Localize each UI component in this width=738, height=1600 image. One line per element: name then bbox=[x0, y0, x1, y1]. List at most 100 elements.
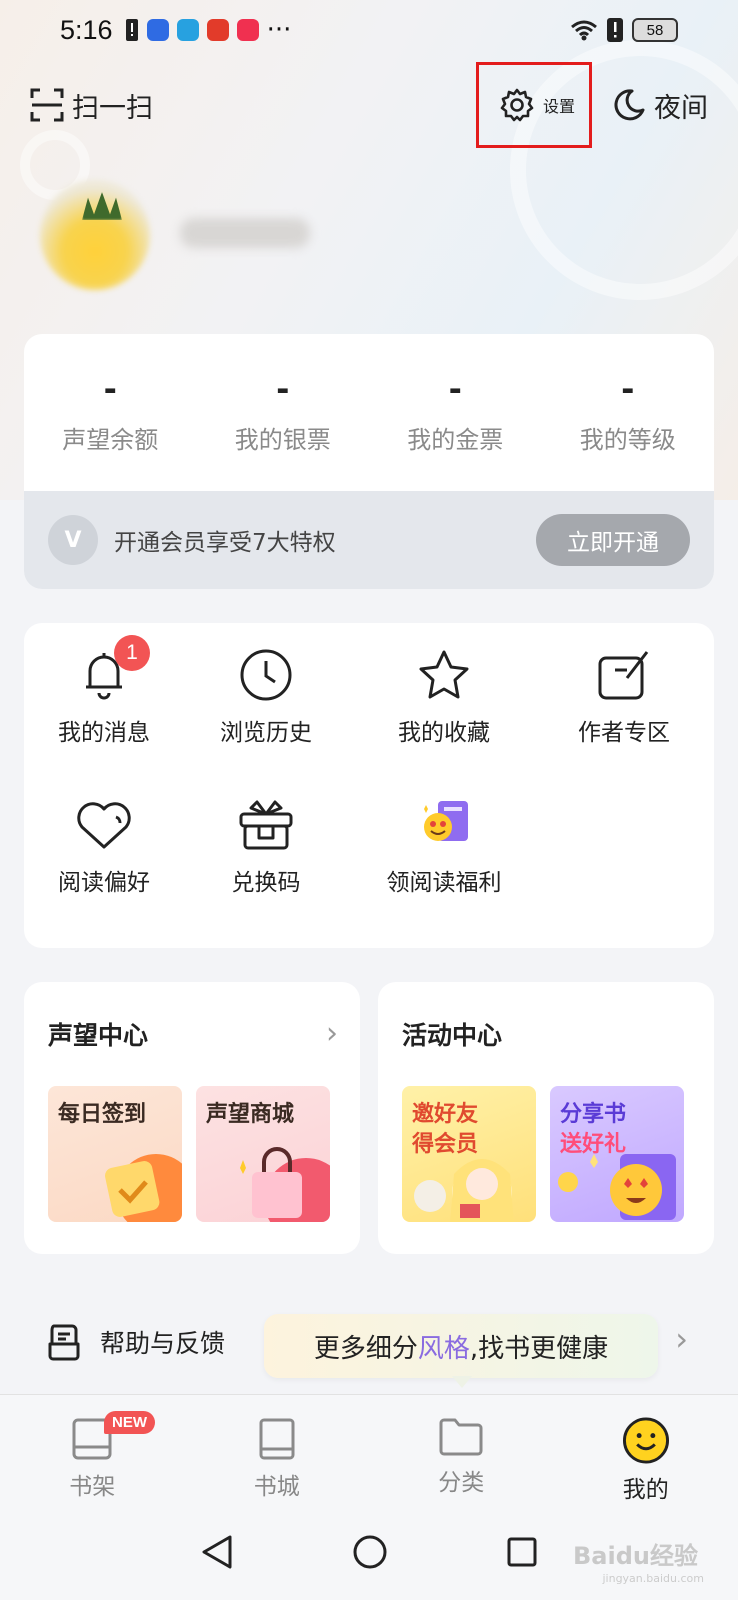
vip-promo-text: 开通会员享受7大特权 bbox=[114, 530, 336, 556]
stat-value: - bbox=[448, 370, 462, 408]
baidu-watermark-url: jingyan.baidu.com bbox=[602, 1572, 704, 1585]
new-badge: NEW bbox=[104, 1411, 155, 1434]
stat-gold-tickets[interactable]: - 我的金票 bbox=[369, 334, 542, 484]
emoji-star-eyes-image bbox=[558, 1154, 676, 1220]
tip-text-highlight: 风格 bbox=[417, 1333, 470, 1364]
scan-label: 扫一扫 bbox=[72, 92, 153, 124]
avatar[interactable] bbox=[40, 180, 150, 290]
back-triangle-icon[interactable] bbox=[200, 1534, 234, 1570]
vip-banner[interactable]: V 开通会员享受7大特权 立即开通 bbox=[24, 491, 714, 589]
menu-redeem-code[interactable]: 兑换码 bbox=[186, 795, 346, 915]
tile-label: 每日签到 bbox=[58, 1102, 147, 1127]
smiley-icon bbox=[622, 1417, 669, 1464]
vip-crown-icon: V bbox=[48, 515, 98, 565]
baidu-watermark: Baidu经验 bbox=[573, 1542, 698, 1570]
tab-label: 分类 bbox=[438, 1470, 485, 1496]
menu-my-messages[interactable]: 1 我的消息 bbox=[24, 635, 184, 765]
wifi-icon bbox=[571, 20, 597, 41]
news-app-icon bbox=[206, 19, 229, 41]
menu-label: 浏览历史 bbox=[220, 720, 312, 746]
chevron-right-icon[interactable]: › bbox=[675, 1320, 688, 1358]
tip-text-after: ,找书更健康 bbox=[469, 1333, 609, 1364]
tab-category[interactable]: 分类 bbox=[369, 1395, 554, 1504]
feedback-icon bbox=[48, 1324, 80, 1361]
reputation-center-title: 声望中心 bbox=[48, 1021, 149, 1050]
star-icon bbox=[419, 650, 469, 699]
home-circle-icon[interactable] bbox=[352, 1534, 388, 1570]
chevron-right-icon[interactable]: › bbox=[326, 1016, 338, 1051]
stat-label: 我的金票 bbox=[407, 426, 504, 454]
tile-label: 声望商城 bbox=[206, 1102, 295, 1127]
gear-icon bbox=[500, 88, 534, 122]
menu-browse-history[interactable]: 浏览历史 bbox=[186, 645, 346, 765]
tab-me[interactable]: 我的 bbox=[554, 1395, 738, 1504]
baidu-app-icon bbox=[146, 19, 169, 41]
recents-square-icon[interactable] bbox=[506, 1536, 538, 1568]
stat-reputation-balance[interactable]: - 声望余额 bbox=[24, 334, 197, 484]
open-vip-button[interactable]: 立即开通 bbox=[536, 514, 690, 566]
settings-label: 设置 bbox=[542, 97, 575, 116]
feature-menu: 1 我的消息 浏览历史 我的收藏 作者专区 阅读偏好 兑换码 领阅读福利 bbox=[24, 623, 714, 948]
invite-friends-tile[interactable]: 邀好友 得会员 bbox=[402, 1086, 536, 1222]
menu-my-favorites[interactable]: 我的收藏 bbox=[364, 645, 524, 765]
menu-label: 兑换码 bbox=[231, 870, 301, 896]
tab-bookstore[interactable]: 书城 bbox=[185, 1395, 370, 1504]
menu-reading-preference[interactable]: 阅读偏好 bbox=[24, 795, 184, 915]
night-label: 夜间 bbox=[654, 92, 708, 124]
book-icon bbox=[259, 1418, 295, 1460]
tip-pointer bbox=[452, 1376, 472, 1388]
bottom-tab-bar: NEW 书架 书城 分类 我的 bbox=[0, 1394, 738, 1504]
tab-label: 我的 bbox=[622, 1477, 669, 1503]
style-tip-bubble[interactable]: 更多细分 风格 ,找书更健康 bbox=[264, 1314, 658, 1378]
scan-button[interactable]: 扫一扫 bbox=[30, 86, 153, 125]
activity-center-card[interactable]: 活动中心 邀好友 得会员 分享书 送好礼 bbox=[378, 982, 714, 1254]
reward-icon bbox=[424, 801, 468, 841]
edit-icon bbox=[598, 651, 649, 700]
night-mode-button[interactable]: 夜间 bbox=[612, 86, 708, 125]
tip-text-before: 更多细分 bbox=[313, 1333, 418, 1364]
alert-icon bbox=[125, 19, 138, 41]
folder-icon bbox=[439, 1418, 483, 1456]
shopping-bag-icon bbox=[240, 1147, 330, 1222]
clock-icon bbox=[240, 649, 292, 701]
status-bar: 5:16 ··· 58 bbox=[0, 0, 738, 60]
menu-label: 作者专区 bbox=[578, 720, 670, 746]
menu-label: 我的收藏 bbox=[398, 720, 490, 746]
notification-icons: ··· bbox=[125, 15, 292, 45]
system-indicators: 58 bbox=[570, 17, 678, 43]
share-book-tile[interactable]: 分享书 送好礼 bbox=[550, 1086, 684, 1222]
vip-icon-letter: V bbox=[64, 527, 82, 553]
calendar-check-icon bbox=[105, 1154, 182, 1222]
menu-reading-rewards[interactable]: 领阅读福利 bbox=[364, 795, 524, 915]
tab-bookshelf[interactable]: NEW 书架 bbox=[0, 1395, 185, 1504]
more-notifications: ··· bbox=[266, 15, 292, 45]
stats-card: - 声望余额 - 我的银票 - 我的金票 - 我的等级 V 开通会员享受7大特权… bbox=[24, 334, 714, 589]
daily-checkin-tile[interactable]: 每日签到 bbox=[48, 1086, 182, 1222]
stat-label: 我的银票 bbox=[234, 426, 331, 454]
message-count-badge: 1 bbox=[114, 635, 150, 671]
tile-line1: 分享书 bbox=[560, 1102, 627, 1127]
settings-button[interactable]: 设置 bbox=[475, 62, 592, 148]
video-app-icon bbox=[236, 19, 259, 41]
stat-value: - bbox=[621, 370, 635, 408]
stat-silver-tickets[interactable]: - 我的银票 bbox=[197, 334, 370, 484]
menu-label: 领阅读福利 bbox=[386, 870, 502, 896]
stat-label: 我的等级 bbox=[579, 426, 676, 454]
activity-center-title: 活动中心 bbox=[402, 1021, 503, 1050]
username-blurred bbox=[180, 218, 310, 248]
alert-icon bbox=[607, 18, 623, 42]
tile-line1: 邀好友 bbox=[412, 1102, 479, 1127]
reputation-mall-tile[interactable]: 声望商城 bbox=[196, 1086, 330, 1222]
status-time: 5:16 bbox=[60, 14, 113, 45]
menu-label: 阅读偏好 bbox=[58, 870, 150, 896]
menu-author-zone[interactable]: 作者专区 bbox=[544, 645, 704, 765]
stat-value: - bbox=[103, 370, 117, 408]
reputation-center-card[interactable]: 声望中心 › 每日签到 声望商城 bbox=[24, 982, 360, 1254]
battery-indicator: 58 bbox=[632, 18, 678, 42]
help-feedback-label: 帮助与反馈 bbox=[100, 1329, 226, 1358]
heart-icon bbox=[77, 802, 131, 849]
stat-label: 声望余额 bbox=[62, 426, 159, 454]
stat-value: - bbox=[276, 370, 290, 408]
stat-level[interactable]: - 我的等级 bbox=[542, 334, 715, 484]
gift-icon bbox=[239, 800, 293, 850]
